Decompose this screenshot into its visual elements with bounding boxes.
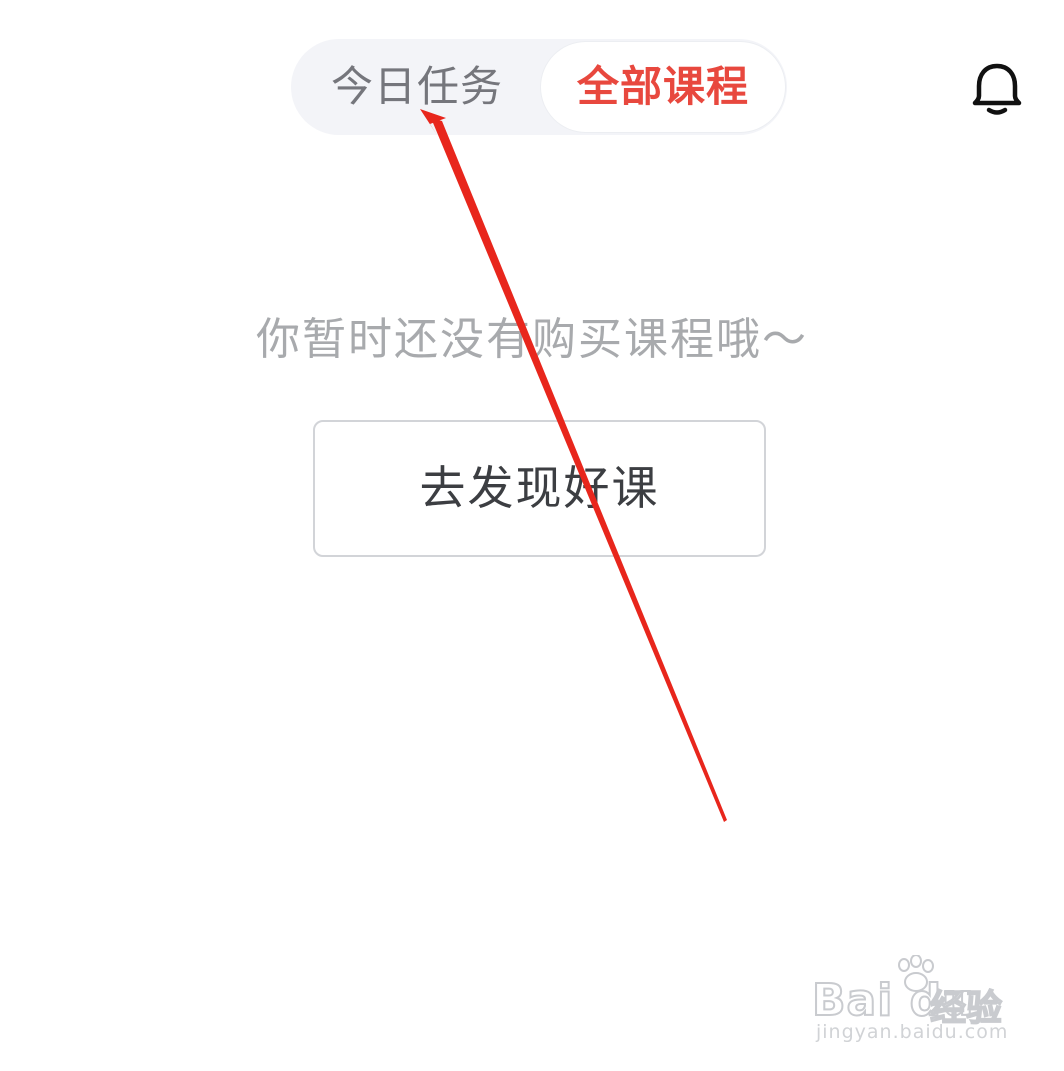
watermark-product: 经验 xyxy=(929,987,1003,1030)
tab-today-tasks[interactable]: 今日任务 xyxy=(291,39,543,135)
discover-courses-button[interactable]: 去发现好课 xyxy=(313,420,766,557)
empty-state-message: 你暂时还没有购买课程哦～ xyxy=(256,314,808,365)
tab-all-courses[interactable]: 全部课程 xyxy=(541,42,785,132)
paw-icon xyxy=(898,955,934,992)
baidu-jingyan-watermark: Bai du 经验 jingyan.baidu.com xyxy=(811,955,1032,1055)
course-tab-switch: 今日任务 全部课程 xyxy=(291,39,787,135)
watermark-url: jingyan.baidu.com xyxy=(816,1021,1009,1043)
bell-icon[interactable] xyxy=(970,62,1024,118)
watermark-brand: Bai du xyxy=(811,974,975,1027)
